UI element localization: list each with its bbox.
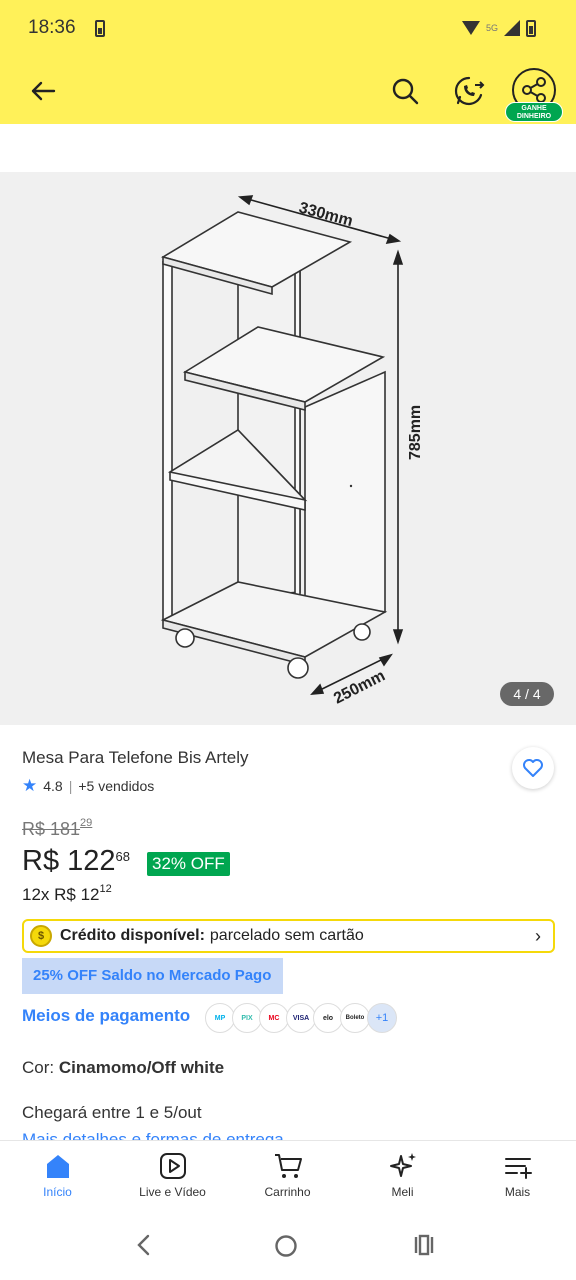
back-arrow-icon[interactable] <box>28 76 58 106</box>
nav-more-label: Mais <box>504 1185 531 1199</box>
boleto-icon: Boleto <box>340 1003 370 1033</box>
rating-row[interactable]: ★ 4.8 | +5 vendidos <box>22 776 154 796</box>
app-bar: GANHE DINHEIRO <box>0 58 576 124</box>
image-counter: 4 / 4 <box>500 682 554 706</box>
rating-value: 4.8 <box>43 778 63 794</box>
coin-icon: $ <box>30 925 52 947</box>
product-title: Mesa Para Telefone Bis Artely <box>22 748 249 767</box>
mastercard-icon: MC <box>259 1003 289 1033</box>
current-price: R$ 12268 <box>22 845 130 878</box>
heart-icon <box>523 759 543 777</box>
system-navigation <box>0 1210 576 1280</box>
credit-title: Crédito disponível: <box>60 927 205 944</box>
signal-icon <box>504 20 520 36</box>
earn-money-badge[interactable]: GANHE DINHEIRO <box>505 102 563 122</box>
favorite-button[interactable] <box>512 747 554 789</box>
nav-live-label: Live e Vídeo <box>139 1185 206 1199</box>
old-price: R$ 18129 <box>22 817 93 840</box>
nav-meli[interactable]: Meli <box>345 1151 460 1199</box>
menu-plus-icon <box>504 1158 532 1179</box>
chevron-right-icon: › <box>535 926 541 946</box>
nav-cart-label: Carrinho <box>264 1185 311 1199</box>
star-icon: ★ <box>22 776 38 795</box>
price-main: R$ 122 <box>22 845 116 877</box>
status-bar: 18:36 5G <box>0 0 576 58</box>
network-type: 5G <box>485 23 498 33</box>
delivery-estimate: Chegará entre 1 e 5/out <box>22 1103 202 1122</box>
sold-count: +5 vendidos <box>78 778 155 794</box>
payment-icons[interactable]: MP PIX MC VISA elo Boleto +1 <box>205 1003 397 1033</box>
wifi-icon <box>461 21 480 35</box>
nav-more[interactable]: Mais <box>460 1151 575 1199</box>
nav-cart[interactable]: Carrinho <box>230 1151 345 1199</box>
dimension-height: 785mm <box>407 405 424 460</box>
nav-home[interactable]: Início <box>0 1151 115 1199</box>
installment-main: 12x R$ 12 <box>22 885 100 904</box>
payment-methods-link[interactable]: Meios de pagamento <box>22 1006 190 1026</box>
mercadopago-icon: MP <box>205 1003 235 1033</box>
play-icon <box>159 1153 186 1179</box>
battery-saver-icon <box>95 20 105 37</box>
color-label: Cor: <box>22 1058 55 1077</box>
dimension-depth: 250mm <box>331 667 388 707</box>
status-icons: 5G <box>461 18 536 38</box>
product-image: 330mm 785mm 250mm <box>160 195 424 708</box>
installments: 12x R$ 1212 <box>22 883 112 905</box>
bottom-navigation: Início Live e Vídeo Carrinho Meli Mais <box>0 1140 576 1210</box>
search-icon[interactable] <box>390 76 420 106</box>
dimension-width: 330mm <box>297 199 355 230</box>
nav-live[interactable]: Live e Vídeo <box>115 1151 230 1199</box>
sparkle-icon <box>389 1153 416 1177</box>
home-icon <box>46 1155 69 1178</box>
system-back-icon[interactable] <box>133 1234 155 1256</box>
more-payment-methods: +1 <box>367 1003 397 1033</box>
cart-icon <box>274 1154 302 1178</box>
color-info: Cor: Cinamomo/Off white <box>22 1058 224 1078</box>
product-image-gallery[interactable]: 330mm 785mm 250mm 4 / 4 <box>0 172 576 725</box>
system-home-icon[interactable] <box>274 1234 298 1258</box>
visa-icon: VISA <box>286 1003 316 1033</box>
battery-icon <box>526 19 536 37</box>
delivery-details-link[interactable]: Mais detalhes e formas de entrega <box>22 1128 284 1140</box>
elo-icon: elo <box>313 1003 343 1033</box>
old-price-cents: 29 <box>80 817 93 829</box>
whatsapp-icon[interactable] <box>453 75 485 107</box>
nav-home-label: Início <box>43 1185 72 1199</box>
installment-cents: 12 <box>99 883 112 895</box>
credit-banner[interactable]: $ Crédito disponível: parcelado sem cart… <box>22 919 555 953</box>
old-price-main: R$ 181 <box>22 819 81 839</box>
nav-meli-label: Meli <box>391 1185 414 1199</box>
credit-text: parcelado sem cartão <box>209 927 364 944</box>
promo-badge[interactable]: 25% OFF Saldo no Mercado Pago <box>22 958 283 994</box>
color-value: Cinamomo/Off white <box>58 1058 225 1077</box>
clock: 18:36 <box>28 17 76 38</box>
divider: | <box>68 778 73 794</box>
system-recents-icon[interactable] <box>412 1234 436 1256</box>
pix-icon: PIX <box>232 1003 262 1033</box>
price-cents: 68 <box>115 849 130 864</box>
discount-badge: 32% OFF <box>147 852 230 876</box>
